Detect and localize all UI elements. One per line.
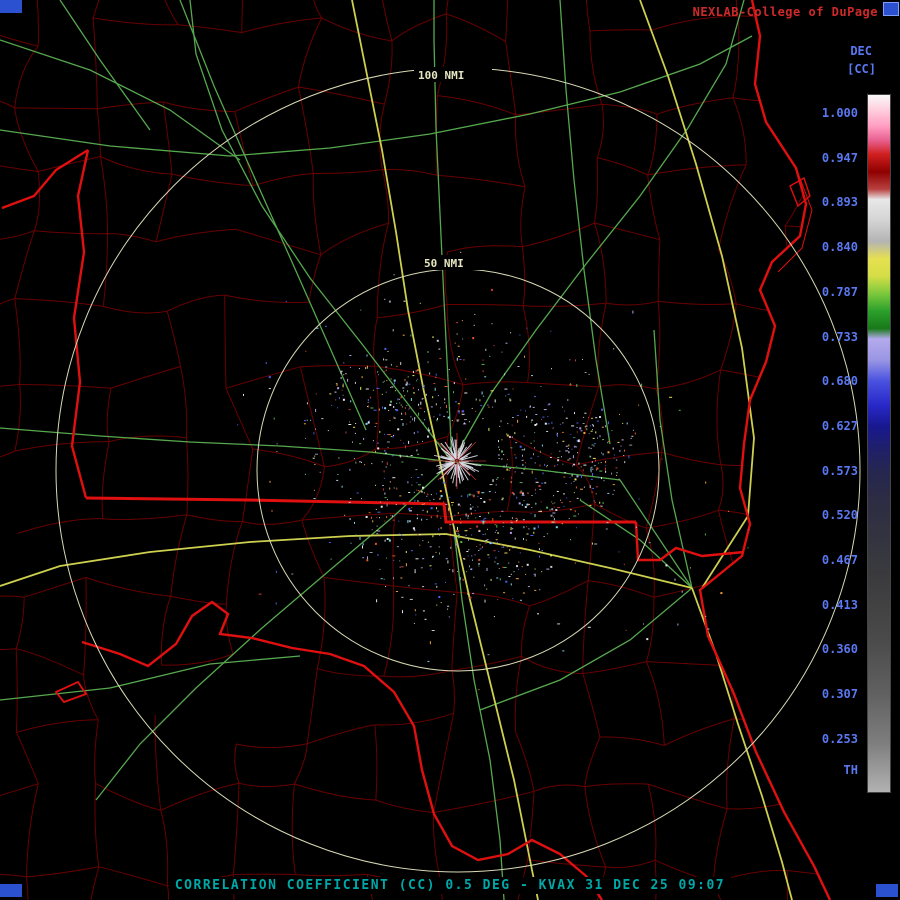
colorbar-tick-label: 0.680 bbox=[821, 374, 858, 389]
corner-marker-top-left bbox=[0, 0, 22, 13]
state-borders bbox=[1, 0, 832, 900]
status-bar: CORRELATION COEFFICIENT (CC) 0.5 DEG - K… bbox=[0, 874, 900, 894]
status-bar-text: CORRELATION COEFFICIENT (CC) 0.5 DEG - K… bbox=[168, 877, 732, 894]
state-border-segment bbox=[1, 148, 89, 210]
range-ring-100nmi-label: 100 NMI bbox=[418, 69, 464, 82]
highway bbox=[179, 0, 367, 431]
highway bbox=[453, 529, 505, 900]
colorbar-tick-label: 0.253 bbox=[821, 731, 858, 746]
highway bbox=[95, 461, 453, 801]
colorbar-tick-label: 0.627 bbox=[821, 418, 858, 433]
georgia-florida-border bbox=[85, 496, 636, 524]
colorbar-tick-label: 0.893 bbox=[821, 195, 858, 210]
highway bbox=[0, 39, 241, 161]
colorbar-tick-label: 0.360 bbox=[821, 642, 858, 657]
colorbar-tick-label: 0.307 bbox=[821, 687, 858, 702]
colorbar bbox=[867, 94, 891, 793]
colorbar-tick-label: 0.413 bbox=[821, 597, 858, 612]
highway bbox=[0, 35, 753, 157]
highways-primary bbox=[0, 0, 793, 900]
colorbar-tick-label: 0.467 bbox=[821, 553, 858, 567]
colorbar-tick-label: 0.787 bbox=[821, 284, 858, 299]
highway bbox=[0, 427, 453, 463]
colorbar-tick-label: 0.947 bbox=[821, 150, 858, 165]
alabama-georgia-border bbox=[70, 149, 90, 499]
highways-secondary bbox=[0, 0, 753, 900]
colorbar-tick-label: 0.840 bbox=[821, 240, 858, 255]
interstate bbox=[351, 0, 539, 900]
corner-icon-top-right bbox=[883, 2, 899, 16]
radar-echoes bbox=[237, 251, 749, 691]
colorbar-tick-label: 0.733 bbox=[821, 329, 858, 344]
site-title: NEXLAB-College of DuPage bbox=[692, 5, 878, 19]
colorbar-tick-label: 0.520 bbox=[821, 508, 858, 523]
highway bbox=[189, 0, 453, 463]
highway bbox=[0, 655, 301, 701]
radar-display: 100 NMI 50 NMI NEXLAB-College of DuPage … bbox=[0, 0, 900, 900]
radar-map: 100 NMI 50 NMI bbox=[0, 0, 861, 900]
colorbar-tick-label: 0.573 bbox=[821, 463, 858, 478]
product-date-label: DEC bbox=[850, 44, 872, 58]
product-unit-label: [CC] bbox=[847, 62, 876, 76]
range-ring-50nmi-label: 50 NMI bbox=[424, 257, 464, 270]
highway bbox=[559, 0, 611, 445]
colorbar-threshold-label: TH bbox=[843, 763, 858, 777]
highway bbox=[451, 461, 693, 589]
colorbar-tick-label: 1.000 bbox=[821, 106, 858, 120]
